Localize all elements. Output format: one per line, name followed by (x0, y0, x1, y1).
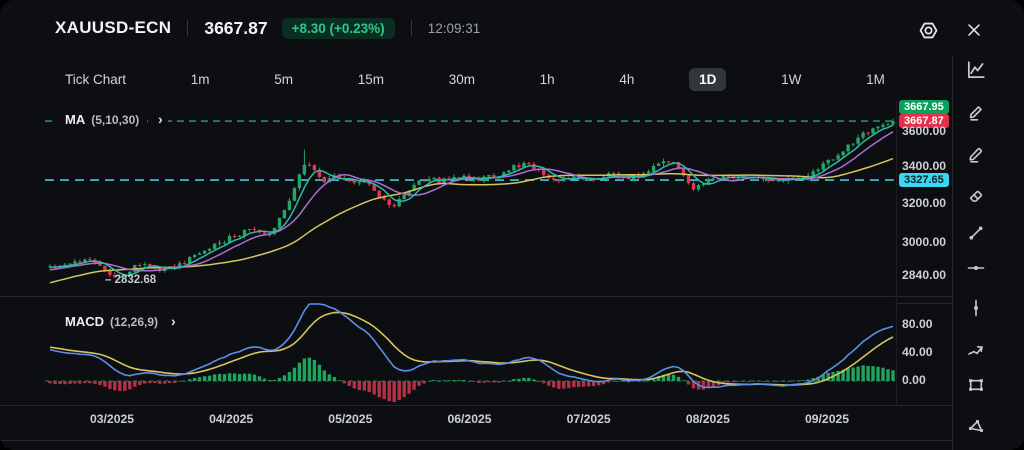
bottom-divider (0, 440, 953, 441)
zigzag-arrow-icon (966, 340, 986, 360)
header-bar: XAUUSD-ECN 3667.87 +8.30 (+0.23%) 12:09:… (0, 0, 1024, 56)
macd-axis-label: 80.00 (902, 317, 933, 331)
divider (187, 20, 188, 36)
zigzag-arrow-button[interactable] (962, 336, 990, 364)
pen-button[interactable] (962, 140, 990, 168)
price-axis-label: 2840.00 (902, 268, 946, 282)
rectangle-icon (966, 375, 986, 395)
time-axis-label: 09/2025 (795, 412, 859, 426)
pane-divider (895, 303, 953, 304)
price-axis-label: 3000.00 (902, 235, 946, 249)
time-axis-label: 07/2025 (557, 412, 621, 426)
axis-divider (0, 405, 953, 406)
triangle-icon (966, 417, 986, 437)
indicator-chart-button[interactable] (962, 56, 990, 84)
chart-edge-divider (896, 100, 897, 405)
horizontal-line-button[interactable] (962, 254, 990, 282)
macd-axis-label: 0.00 (902, 373, 926, 387)
macd-indicator-label[interactable]: MACD (12,26,9) (57, 313, 166, 330)
pencil-icon (966, 102, 986, 122)
last-price: 3667.87 (204, 18, 267, 39)
trend-line-button[interactable] (962, 219, 990, 247)
eraser-button[interactable] (962, 182, 990, 210)
close-button[interactable] (960, 16, 988, 44)
trend-line-icon (966, 223, 986, 243)
settings-gear-icon (918, 20, 939, 41)
macd-expand-chevron-icon[interactable] (166, 314, 181, 329)
pen-icon (966, 144, 986, 164)
price-axis-label: 3667.95 (899, 100, 949, 114)
divider (411, 20, 412, 36)
price-change-badge: +8.30 (+0.23%) (282, 18, 395, 39)
rectangle-button[interactable] (962, 371, 990, 399)
ma-name: MA (65, 112, 85, 127)
eraser-icon (966, 186, 986, 206)
triangle-button[interactable] (962, 413, 990, 441)
pane-divider (0, 296, 953, 297)
toolbar-divider (952, 56, 953, 450)
ma-params: (5,10,30) (91, 113, 139, 127)
vertical-line-icon (966, 298, 986, 318)
time-axis-label: 03/2025 (80, 412, 144, 426)
trading-chart-window: XAUUSD-ECN 3667.87 +8.30 (+0.23%) 12:09:… (0, 0, 1024, 450)
pencil-button[interactable] (962, 98, 990, 126)
time-axis-label: 08/2025 (676, 412, 740, 426)
ma-indicator-label[interactable]: MA (5,10,30) (57, 111, 147, 128)
swing-low-annotation: – 2832.68 (105, 274, 156, 286)
server-time: 12:09:31 (428, 21, 481, 36)
price-axis-label: 3600.00 (902, 124, 946, 138)
ma-expand-chevron-icon[interactable] (153, 112, 168, 127)
macd-axis-label: 40.00 (902, 345, 933, 359)
indicator-chart-icon (965, 59, 987, 81)
settings-button[interactable] (914, 16, 942, 44)
vertical-line-button[interactable] (962, 294, 990, 322)
time-axis-label: 04/2025 (199, 412, 263, 426)
price-axis-label: 3400.00 (902, 159, 946, 173)
price-axis-label: 3327.65 (899, 173, 949, 187)
close-icon (965, 21, 983, 39)
macd-params: (12,26,9) (110, 315, 158, 329)
horizontal-line-icon (966, 258, 986, 278)
time-axis-label: 06/2025 (438, 412, 502, 426)
price-axis-label: 3200.00 (902, 196, 946, 210)
macd-name: MACD (65, 314, 104, 329)
time-axis-label: 05/2025 (318, 412, 382, 426)
symbol-title: XAUUSD-ECN (55, 18, 171, 38)
